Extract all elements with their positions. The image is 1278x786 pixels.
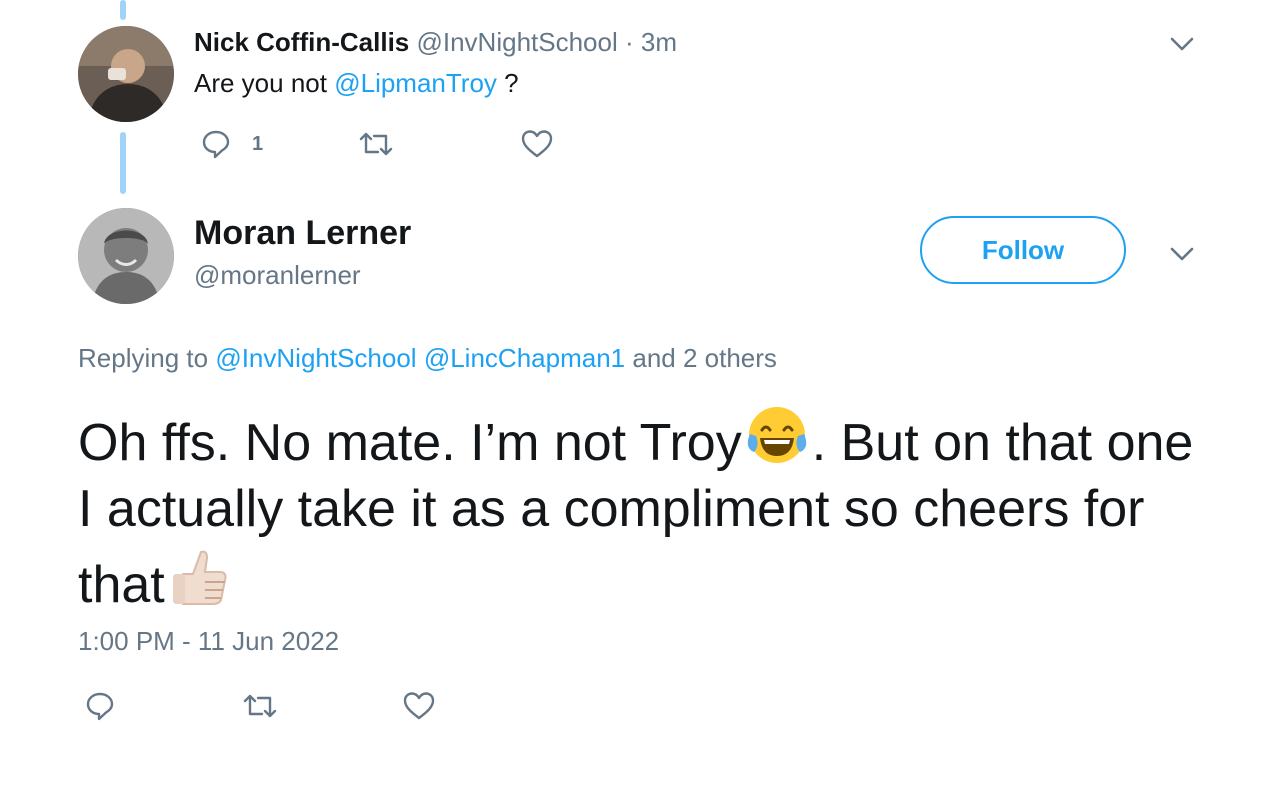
reply-icon[interactable] <box>84 690 116 722</box>
tweet-thread: Nick Coffin-Callis @InvNightSchool · 3m … <box>0 0 1278 786</box>
reply-text-suffix: ? <box>504 68 519 98</box>
replying-to-line: Replying to @InvNightSchool @LincChapman… <box>78 340 777 376</box>
follow-button[interactable]: Follow <box>920 216 1126 284</box>
reply-text-prefix: Are you not <box>194 68 327 98</box>
reply-time-ago[interactable]: 3m <box>641 27 677 57</box>
reply-author-name[interactable]: Nick Coffin-Callis <box>194 27 409 57</box>
retweet-icon[interactable] <box>242 690 278 722</box>
tweet-text-part-1: Oh ffs. No mate. I’m not Troy <box>78 414 742 472</box>
replying-mention-1[interactable]: @InvNightSchool <box>215 343 416 373</box>
replying-prefix: Replying to <box>78 343 209 373</box>
header-separator: · <box>625 27 634 57</box>
main-author-avatar[interactable] <box>78 208 174 304</box>
thread-line-top <box>120 0 126 20</box>
main-tweet-text: Oh ffs. No mate. I’m not Troy . But on t… <box>78 400 1208 618</box>
main-like-action[interactable] <box>402 690 436 722</box>
reply-count: 1 <box>252 132 264 155</box>
replying-mention-2[interactable]: @LincChapman1 <box>424 343 625 373</box>
thumbs-up-emoji <box>165 542 235 612</box>
main-reply-action[interactable] <box>84 690 116 722</box>
chevron-down-icon[interactable] <box>1168 30 1196 58</box>
tears-of-joy-emoji <box>742 400 812 470</box>
reply-tweet-text: Are you not @LipmanTroy ? <box>194 66 519 100</box>
chevron-down-icon[interactable] <box>1168 240 1196 268</box>
tweet-timestamp[interactable]: 1:00 PM - 11 Jun 2022 <box>78 624 339 658</box>
main-author-name[interactable]: Moran Lerner <box>194 212 411 254</box>
main-author-handle[interactable]: @moranlerner <box>194 258 361 292</box>
reply-tweet-header: Nick Coffin-Callis @InvNightSchool · 3m <box>194 26 677 58</box>
reply-author-handle[interactable]: @InvNightSchool <box>416 27 617 57</box>
thread-line-connector <box>120 132 126 194</box>
reply-icon[interactable] <box>200 128 232 160</box>
mention-link[interactable]: @LipmanTroy <box>334 68 497 98</box>
heart-icon[interactable] <box>520 128 554 160</box>
like-action[interactable] <box>520 128 554 160</box>
main-retweet-action[interactable] <box>242 690 278 722</box>
replying-suffix[interactable]: and 2 others <box>632 343 777 373</box>
reply-author-avatar[interactable] <box>78 26 174 122</box>
retweet-action[interactable] <box>358 128 394 160</box>
retweet-icon[interactable] <box>358 128 394 160</box>
reply-action[interactable]: 1 <box>200 128 263 160</box>
heart-icon[interactable] <box>402 690 436 722</box>
